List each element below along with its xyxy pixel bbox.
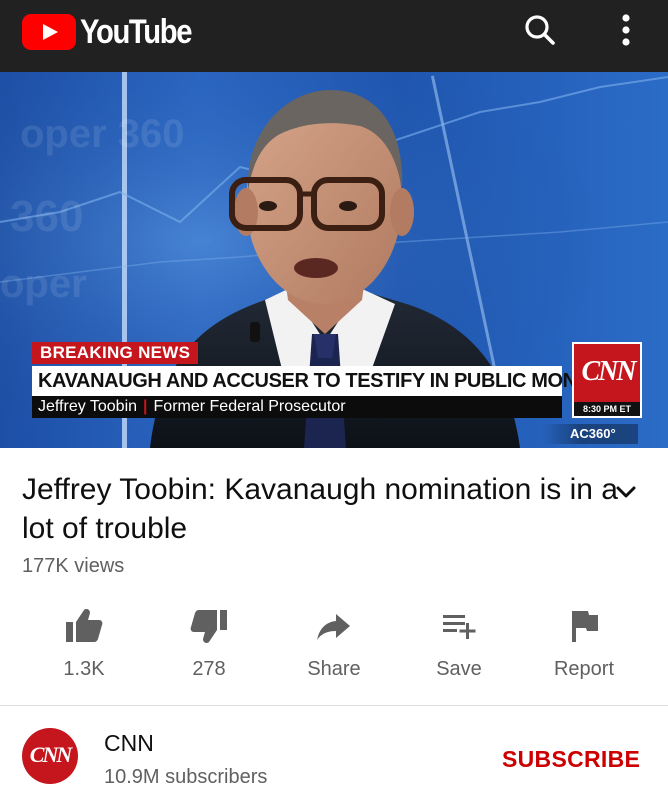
save-label: Save: [436, 658, 482, 680]
video-title-area[interactable]: Jeffrey Toobin: Kavanaugh nomination is …: [22, 470, 622, 548]
view-count: 177K views: [22, 555, 125, 577]
save-button[interactable]: Save: [409, 600, 509, 700]
app-bar: YouTube: [0, 0, 668, 72]
playlist-add-icon: [439, 606, 479, 646]
background-watermark: 360: [10, 192, 84, 241]
report-label: Report: [553, 658, 615, 680]
show-watermark: AC360°: [542, 424, 638, 444]
dislike-button[interactable]: 278: [159, 600, 259, 700]
dislike-count: 278: [192, 658, 226, 680]
action-bar: 1.3K 278 Share Save Report: [0, 600, 668, 700]
subscribe-button[interactable]: SUBSCRIBE: [502, 744, 652, 774]
video-player[interactable]: oper 360 360 oper BREAKING NEWS KAVANAUG…: [0, 72, 668, 448]
youtube-logo[interactable]: YouTube: [22, 12, 209, 52]
video-title: Jeffrey Toobin: Kavanaugh nomination is …: [22, 473, 618, 545]
share-icon: [314, 606, 354, 646]
subscriber-count: 10.9M subscribers: [104, 766, 268, 788]
report-button[interactable]: Report: [534, 600, 634, 700]
background-watermark: oper: [0, 262, 87, 306]
thumbs-down-icon: [189, 606, 229, 646]
more-vert-icon[interactable]: [608, 10, 644, 50]
channel-avatar[interactable]: CNN: [22, 728, 78, 784]
share-label: Share: [307, 658, 361, 680]
thumbs-up-icon: [64, 606, 104, 646]
cnn-bug: CNN 8:30 PM ET: [572, 342, 642, 418]
like-button[interactable]: 1.3K: [34, 600, 134, 700]
flag-icon: [564, 606, 604, 646]
cnn-logo: CNN: [581, 356, 636, 387]
headline-banner: KAVANAUGH AND ACCUSER TO TESTIFY IN PUBL…: [32, 366, 616, 396]
search-icon[interactable]: [520, 10, 560, 50]
broadcast-time: 8:30 PM ET: [574, 402, 640, 416]
background-watermark: oper 360: [20, 112, 185, 156]
chevron-down-icon[interactable]: [612, 478, 640, 506]
like-count: 1.3K: [63, 658, 105, 680]
nameplate-separator: |: [143, 398, 148, 415]
breaking-news-banner: BREAKING NEWS: [32, 342, 199, 364]
guest-nameplate: Jeffrey Toobin | Former Federal Prosecutor: [32, 396, 562, 418]
channel-name[interactable]: CNN: [104, 730, 154, 757]
section-divider: [0, 705, 668, 706]
guest-name: Jeffrey Toobin: [38, 398, 138, 415]
channel-avatar-logo: CNN: [29, 742, 72, 767]
youtube-wordmark: YouTube: [80, 12, 192, 51]
youtube-play-icon: [22, 14, 76, 50]
guest-role: Former Federal Prosecutor: [153, 398, 346, 415]
share-button[interactable]: Share: [284, 600, 384, 700]
